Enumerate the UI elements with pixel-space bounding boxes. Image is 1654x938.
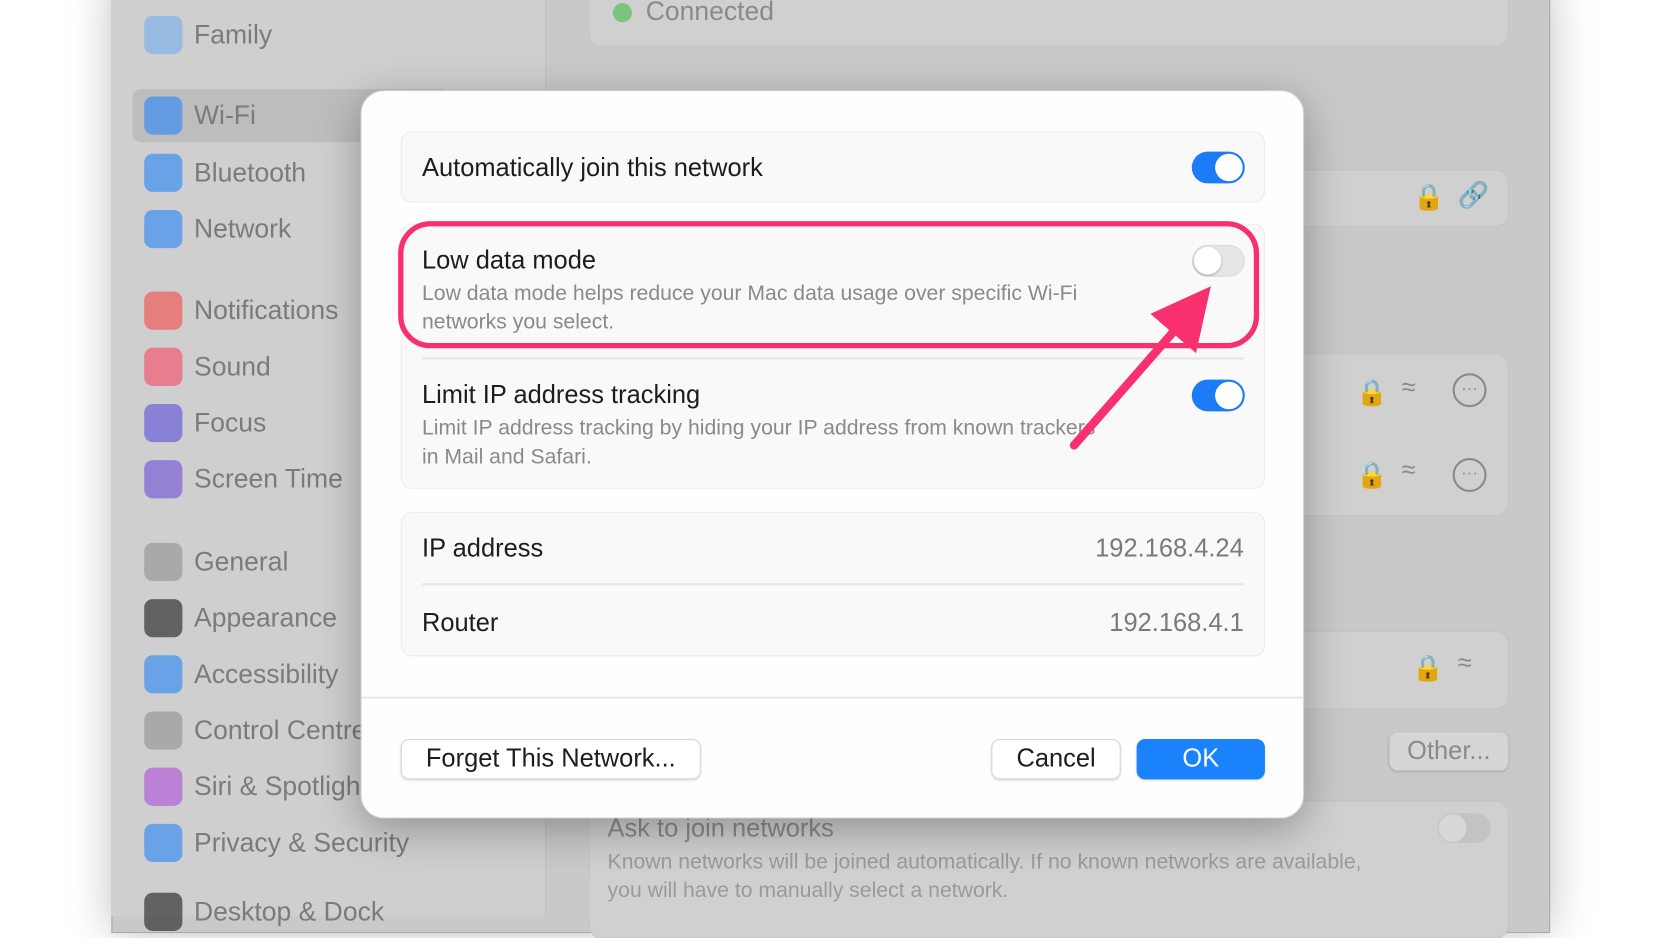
low-data-label: Low data mode [421, 245, 597, 275]
sidebar-item-label: Family [194, 19, 273, 50]
limit-ip-toggle[interactable] [1191, 379, 1245, 412]
sidebar-item-focus[interactable]: Focus [133, 397, 267, 450]
ok-button[interactable]: OK [1136, 739, 1265, 780]
sidebar-item-label: Bluetooth [194, 157, 307, 188]
ask-to-join-card: Ask to join networks Known networks will… [588, 800, 1509, 938]
moon-icon [144, 403, 183, 443]
ask-toggle[interactable] [1437, 813, 1491, 843]
sidebar-item-general[interactable]: General [133, 535, 289, 588]
sidebar-item-desktop-dock[interactable]: Desktop & Dock [133, 885, 385, 938]
sidebar-item-label: Appearance [194, 602, 337, 633]
sidebar-item-accessibility[interactable]: Accessibility [133, 648, 339, 701]
sidebar-item-screen-time[interactable]: Screen Time [133, 453, 343, 506]
router-value: 192.168.4.1 [1109, 608, 1244, 638]
dock-icon [144, 892, 183, 931]
sidebar-item-label: General [194, 546, 289, 577]
sidebar-item-label: Desktop & Dock [194, 896, 385, 927]
other-button[interactable]: Other... [1388, 731, 1509, 771]
forget-network-button[interactable]: Forget This Network... [400, 739, 701, 780]
ask-desc: Known networks will be joined automatica… [607, 850, 1362, 903]
limit-ip-desc: Limit IP address tracking by hiding your… [421, 416, 1096, 469]
router-label: Router [421, 608, 499, 638]
limit-ip-label: Limit IP address tracking [421, 380, 701, 410]
bluetooth-icon [144, 153, 183, 192]
hand-icon [144, 823, 183, 863]
footer-divider [361, 696, 1304, 699]
appearance-icon [144, 599, 183, 638]
sidebar-item-sound[interactable]: Sound [133, 340, 271, 393]
address-card: IP address 192.168.4.24 Router 192.168.4… [400, 512, 1265, 657]
wifi-icon: ≈ [1401, 455, 1416, 485]
auto-join-label: Automatically join this network [421, 153, 763, 183]
lock-icon: 🔒 [1356, 461, 1388, 490]
siri-icon [144, 767, 183, 806]
sidebar-item-label: Privacy & Security [194, 827, 410, 858]
sidebar-item-label: Focus [194, 407, 267, 438]
status-text: Connected [645, 0, 774, 27]
network-options-dialog: Automatically join this network Low data… [360, 90, 1305, 819]
accessibility-icon [144, 655, 183, 694]
sidebar-item-network[interactable]: Network [133, 203, 292, 256]
sidebar-item-control-centre[interactable]: Control Centre [133, 704, 367, 757]
globe-icon [144, 209, 183, 249]
lock-icon: 🔒 [1413, 183, 1446, 213]
other-network-card [1272, 630, 1509, 710]
switches-icon [144, 711, 183, 750]
sidebar-item-label: Network [194, 213, 292, 244]
gear-icon [144, 542, 183, 582]
bell-icon [144, 291, 183, 330]
more-button[interactable]: ··· [1452, 458, 1487, 492]
lock-icon: 🔒 [1356, 378, 1388, 408]
wifi-icon: ≈ [1457, 648, 1472, 678]
ip-address-label: IP address [421, 534, 544, 564]
sidebar-item-label: Accessibility [194, 658, 339, 689]
speaker-icon [144, 347, 183, 386]
low-data-desc: Low data mode helps reduce your Mac data… [421, 282, 1078, 334]
ip-address-value: 192.168.4.24 [1095, 534, 1244, 564]
ask-title: Ask to join networks [607, 814, 834, 843]
sidebar-item-label: Wi-Fi [194, 100, 256, 130]
auto-join-toggle[interactable] [1191, 151, 1245, 184]
lock-icon: 🔒 [1412, 654, 1445, 683]
family-icon [144, 15, 183, 55]
sidebar-item-siri-spotlight[interactable]: Siri & Spotlight [133, 760, 368, 813]
wifi-icon [144, 96, 183, 135]
sidebar-item-label: Control Centre [194, 715, 367, 745]
wifi-icon: ≈ [1401, 373, 1416, 402]
sidebar-item-label: Siri & Spotlight [194, 771, 368, 802]
sidebar-item-label: Screen Time [194, 463, 343, 494]
sidebar-item-label: Sound [194, 351, 271, 382]
sidebar-item-notifications[interactable]: Notifications [133, 284, 339, 337]
sidebar-item-privacy-security[interactable]: Privacy & Security [133, 816, 410, 869]
sidebar-item-bluetooth[interactable]: Bluetooth [133, 146, 307, 199]
auto-join-row: Automatically join this network [400, 131, 1265, 203]
sidebar-item-appearance[interactable]: Appearance [133, 592, 337, 645]
hourglass-icon [144, 460, 183, 499]
status-dot-icon [612, 3, 632, 23]
options-card: Low data mode Low data mode helps reduce… [400, 223, 1265, 489]
more-button[interactable]: ··· [1452, 373, 1487, 408]
cancel-button[interactable]: Cancel [991, 739, 1121, 780]
low-data-toggle[interactable] [1191, 244, 1245, 277]
sidebar-item-label: Notifications [194, 295, 339, 325]
sidebar-item-family[interactable]: Family [133, 8, 273, 61]
link-icon: 🔗 [1457, 181, 1490, 210]
